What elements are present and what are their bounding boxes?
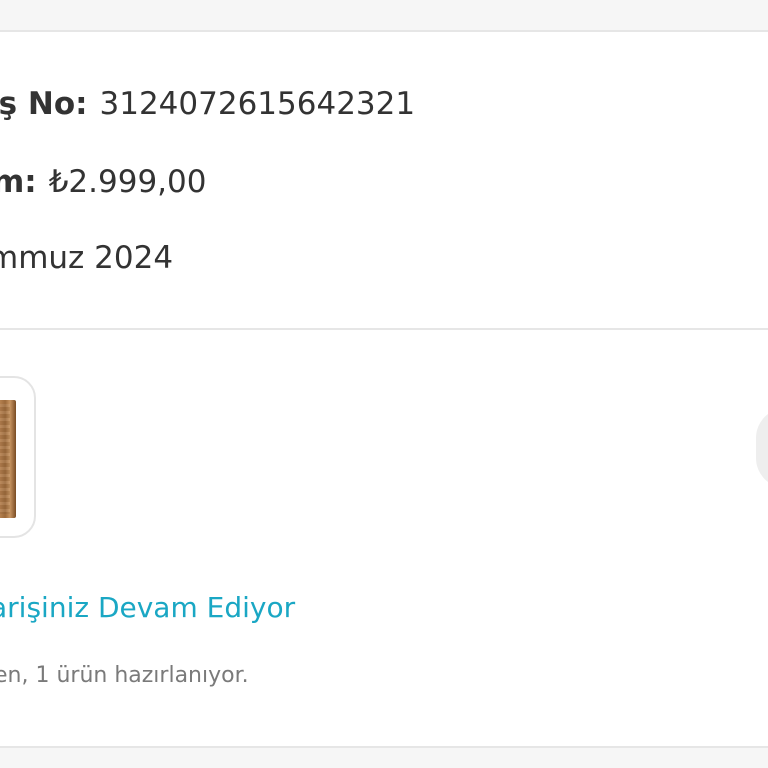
order-total-value: ₺2.999,00 [48,164,207,200]
order-total-row: m: ₺2.999,00 [0,162,206,202]
order-total-label: m: [0,164,37,200]
order-number-label: iş No: [0,86,88,122]
order-date-row: mmuz 2024 [0,238,173,278]
order-detail-page: iş No: 3124072615642321 m: ₺2.999,00 mmuz … [0,0,768,768]
order-date-value: mmuz 2024 [0,240,174,276]
order-number-value: 3124072615642321 [99,86,416,122]
product-image [0,400,16,518]
order-status-card[interactable]: arişiniz Devam Ediyor en, 1 ürün hazırla… [0,330,768,748]
order-number-row: iş No: 3124072615642321 [0,84,415,124]
order-status-title: arişiniz Devam Ediyor [0,591,296,624]
order-summary-card: iş No: 3124072615642321 m: ₺2.999,00 mmuz … [0,30,768,330]
order-status-detail: en, 1 ürün hazırlanıyor. [0,663,249,688]
product-thumbnail[interactable] [0,376,36,538]
